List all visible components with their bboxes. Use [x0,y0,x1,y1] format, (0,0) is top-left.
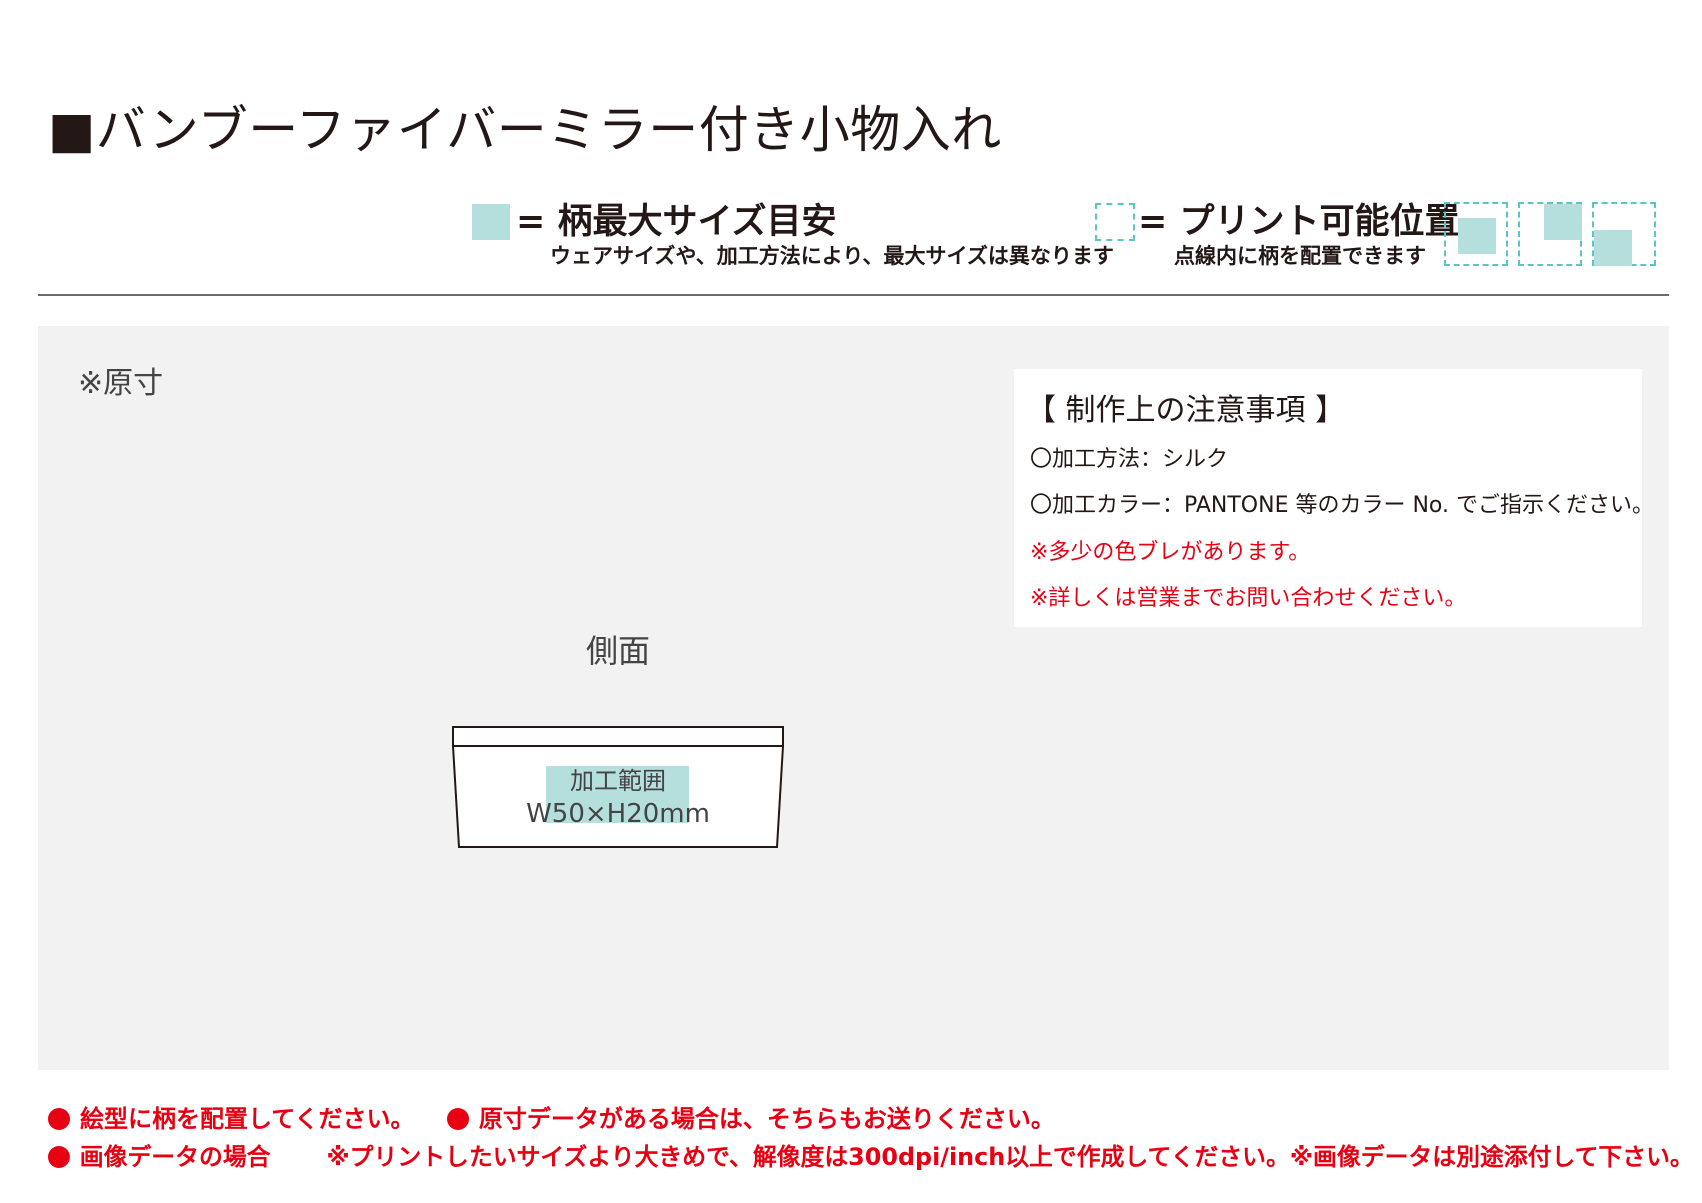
bullet-icon [446,1108,469,1130]
print-area-label: 加工範囲 [570,767,666,795]
notice-title: 【 制作上の注意事項 】 [1026,393,1346,428]
notice-warning-contact: ※詳しくは営業までお問い合わせください。 [1030,586,1467,611]
footer-instruction-place: 絵型に柄を配置してください。 [80,1105,415,1133]
printable-label: = プリント可能位置 [1138,202,1460,242]
footer-line-2: 画像データの場合 ※プリントしたいサイズより大きめで、解像度は300dpi/in… [48,1142,1694,1172]
bullet-icon [48,1108,70,1130]
footer-line-1: 絵型に柄を配置してください。 原寸データがある場合は、そちらもお送りください。 [48,1104,1055,1134]
notice-color: 〇加工カラー：PANTONE 等のカラー No. でご指示ください。 [1030,493,1654,518]
max-size-note: ウェアサイズや、加工方法により、最大サイズは異なります [550,244,1114,268]
placement-example-bottom [1592,202,1656,266]
print-area-size: W50×H20mm [526,799,710,829]
bullet-icon [48,1146,70,1168]
max-size-swatch [472,204,510,240]
header-divider [38,294,1669,296]
notice-method: 〇加工方法：シルク [1030,447,1229,472]
footer-image-requirements: ※プリントしたいサイズより大きめで、解像度は300dpi/inch以上で作成して… [326,1143,1694,1171]
placement-example-top [1518,202,1582,266]
print-area-labels: 加工範囲 W50×H20mm [510,766,726,832]
lid-outline [452,726,784,747]
side-view-label: 側面 [586,632,651,670]
printable-note: 点線内に柄を配置できます [1174,244,1426,268]
printable-dashed-box [1095,203,1135,241]
placement-example-center [1444,202,1508,266]
footer-image-data: 画像データの場合 [79,1143,271,1171]
max-size-label: = 柄最大サイズ目安 [516,202,837,242]
scale-note: ※原寸 [78,366,164,401]
example-swatch [1594,230,1632,266]
notice-warning-color: ※多少の色ブレがあります。 [1030,540,1311,565]
example-swatch [1544,204,1582,240]
footer-instruction-original: 原寸データがある場合は、そちらもお送りください。 [478,1105,1055,1133]
example-swatch [1458,218,1496,254]
page-title: ■バンブーファイバーミラー付き小物入れ [48,101,1002,159]
